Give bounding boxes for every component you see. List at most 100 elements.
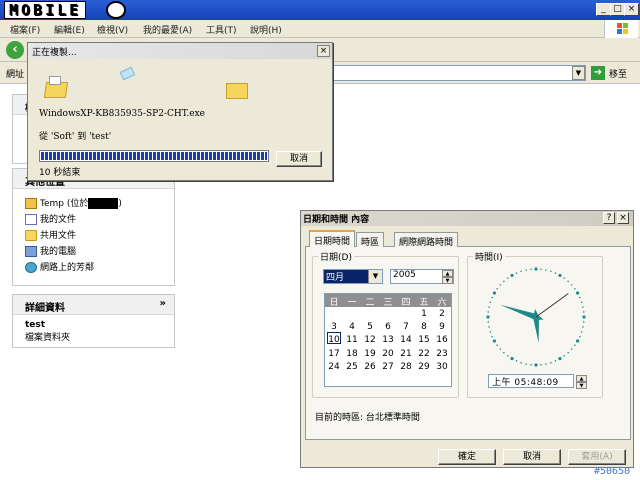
clock-minute-mark	[570, 284, 573, 286]
calendar-day[interactable]: 7	[397, 322, 415, 332]
details-header[interactable]: 詳細資料 »	[13, 295, 174, 315]
calendar-day[interactable]: 29	[415, 362, 433, 372]
calendar-day[interactable]: 20	[379, 349, 397, 359]
minimize-button[interactable]: _	[596, 3, 611, 16]
watermark: #50650	[594, 466, 631, 477]
time-up-icon[interactable]: ▲	[576, 375, 587, 382]
tab-date-time[interactable]: 日期時間	[309, 230, 356, 247]
year-down-icon[interactable]: ▼	[442, 277, 453, 284]
clock-hour-mark	[582, 315, 586, 319]
clock-minute-mark	[563, 277, 566, 279]
copy-cancel-button[interactable]: 取消	[276, 151, 322, 167]
go-button[interactable]: 移至	[609, 67, 627, 80]
place-my-documents[interactable]: 我的文件	[25, 212, 76, 225]
calendar-day[interactable]: 18	[343, 349, 361, 359]
calendar-day[interactable]: 12	[361, 335, 379, 345]
calendar-day[interactable]: 24	[325, 362, 343, 372]
clock-minute-mark	[503, 351, 505, 354]
details-type: 檔案資料夾	[25, 333, 71, 343]
go-arrow-icon[interactable]: ➔	[591, 66, 605, 80]
tab-timezone[interactable]: 時區	[356, 232, 385, 248]
calendar-day[interactable]: 27	[379, 362, 397, 372]
year-up-icon[interactable]: ▲	[442, 270, 453, 277]
menu-help[interactable]: 說明(H)	[250, 23, 282, 36]
clock-minute-mark	[563, 355, 566, 357]
analog-clock	[486, 267, 586, 367]
calendar-day[interactable]: 14	[397, 335, 415, 345]
datetime-close-button[interactable]: ×	[617, 212, 629, 224]
calendar-day[interactable]: 16	[433, 335, 451, 345]
clock-hour-mark	[558, 273, 562, 278]
calendar-weekday-6: 六	[437, 298, 447, 308]
calendar-day[interactable]: 4	[343, 322, 361, 332]
address-dropdown-button[interactable]: ▼	[572, 66, 585, 80]
calendar-day[interactable]: 11	[343, 335, 361, 345]
calendar-day[interactable]: 15	[415, 335, 433, 345]
time-down-icon[interactable]: ▼	[576, 382, 587, 389]
clock-minute-mark	[520, 270, 522, 273]
calendar-day[interactable]: 22	[415, 349, 433, 359]
close-window-button[interactable]: ×	[624, 3, 639, 16]
clock-minute-mark	[530, 268, 532, 271]
calendar-day[interactable]: 19	[361, 349, 379, 359]
menu-file[interactable]: 檔案(F)	[10, 23, 40, 36]
document-sheet-icon	[49, 76, 61, 85]
calendar-day[interactable]: 17	[325, 349, 343, 359]
clock-minute-mark	[489, 331, 492, 333]
clock-minute-mark	[503, 280, 505, 283]
menu-tools[interactable]: 工具(T)	[206, 23, 237, 36]
current-timezone: 目前的時區: 台北標準時間	[315, 413, 420, 423]
explorer-title-bar	[0, 0, 640, 20]
ok-button[interactable]: 確定	[438, 449, 496, 465]
address-label: 網址	[6, 70, 25, 80]
clock-minute-mark	[545, 269, 547, 271]
calendar-day[interactable]: 23	[433, 349, 451, 359]
calendar-day[interactable]: 3	[325, 322, 343, 332]
cancel-button[interactable]: 取消	[503, 449, 561, 465]
back-button[interactable]: ‹	[6, 41, 24, 59]
datetime-help-button[interactable]: ?	[603, 212, 615, 224]
clock-minute-mark	[574, 344, 576, 347]
menu-view[interactable]: 檢視(V)	[97, 23, 128, 36]
logo-mark-icon	[106, 1, 126, 19]
menu-edit[interactable]: 編輯(E)	[54, 23, 85, 36]
copy-time-remaining: 10 秒結束	[39, 168, 81, 178]
calendar-day[interactable]: 6	[379, 322, 397, 332]
place-shared-documents[interactable]: 共用文件	[25, 228, 76, 241]
clock-minute-mark	[567, 280, 569, 283]
calendar-day[interactable]: 8	[415, 322, 433, 332]
calendar-day[interactable]: 9	[433, 322, 451, 332]
calendar-day[interactable]: 25	[343, 362, 361, 372]
place-my-computer[interactable]: 我的電腦	[25, 244, 76, 257]
calendar-day[interactable]: 21	[397, 349, 415, 359]
apply-button[interactable]: 套用(A)	[568, 449, 626, 465]
clock-minute-mark	[540, 268, 542, 271]
calendar-day[interactable]: 2	[433, 309, 451, 319]
clock-minute-mark	[525, 363, 527, 365]
time-group-label: 時間(I)	[473, 250, 505, 263]
clock-minute-mark	[579, 296, 581, 299]
clock-minute-mark	[489, 301, 492, 303]
clock-hour-mark	[486, 315, 490, 319]
place-temp-label: Temp (位於	[40, 199, 89, 209]
maximize-button[interactable]: □	[610, 3, 625, 16]
calendar-day[interactable]: 26	[361, 362, 379, 372]
calendar-day[interactable]: 30	[433, 362, 451, 372]
calendar-day[interactable]: 28	[397, 362, 415, 372]
calendar-day[interactable]: 5	[361, 322, 379, 332]
calendar-day[interactable]: 1	[415, 309, 433, 319]
place-network[interactable]: 網路上的芳鄰	[25, 260, 94, 273]
place-shared-documents-label: 共用文件	[40, 231, 77, 241]
clock-hour-mark	[534, 363, 538, 367]
other-places-panel: 其他位置 Temp (位於) 我的文件 共用文件 我的電腦 網路上的芳鄰	[12, 168, 175, 286]
collapse-chevron-icon[interactable]: »	[160, 298, 166, 309]
clock-minute-mark	[530, 363, 532, 366]
place-temp[interactable]: Temp (位於)	[25, 196, 122, 209]
copy-dialog-close-button[interactable]: ×	[317, 45, 330, 57]
menu-bar	[0, 20, 640, 38]
calendar-day[interactable]: 13	[379, 335, 397, 345]
month-dropdown-icon[interactable]: ▼	[368, 270, 382, 283]
tab-internet-time[interactable]: 網際網路時間	[394, 232, 459, 248]
clock-minute-mark	[582, 306, 584, 308]
menu-favorites[interactable]: 我的最愛(A)	[143, 23, 192, 36]
